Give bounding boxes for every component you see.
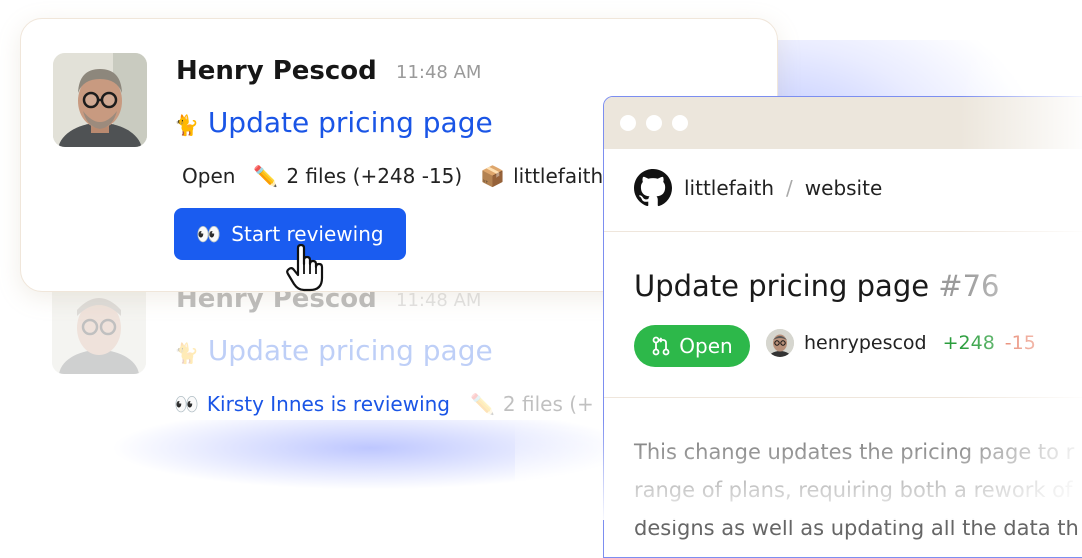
pencil-icon: ✏️ — [253, 164, 279, 188]
cat-icon: 🐈 — [174, 341, 199, 365]
files-changed: 2 files (+248 -15) — [286, 164, 463, 188]
deletions-count: -15 — [1004, 332, 1036, 354]
package-icon: 📦 — [480, 164, 506, 188]
reviewer-status: Kirsty Innes is reviewing — [206, 392, 450, 416]
status-label: Open — [182, 164, 236, 188]
background-glow-bottom — [110, 420, 630, 490]
cat-icon: 🐈 — [174, 113, 199, 137]
ghost-avatar — [52, 280, 146, 374]
ghost-files: 2 files (+ — [502, 392, 594, 416]
avatar — [53, 53, 147, 147]
pr-title-link[interactable]: 🐈 Update pricing page — [174, 106, 493, 139]
divider — [604, 231, 1082, 232]
ghost-timestamp: 11:48 AM — [396, 290, 482, 311]
repo-name: littlefaith — [513, 164, 602, 188]
divider — [604, 397, 1082, 398]
window-maximize-button[interactable] — [672, 115, 688, 131]
repo-owner-link[interactable]: littlefaith — [684, 176, 774, 200]
window-titlebar — [604, 97, 1082, 149]
meta-row: Open ✏️ 2 files (+248 -15) 📦 littlefaith — [174, 164, 602, 188]
pr-description: This change updates the pricing page to … — [634, 433, 1082, 547]
open-status-label: Open — [679, 334, 733, 358]
description-line: range of plans, requiring both a rework … — [634, 478, 1073, 502]
author-avatar — [766, 329, 794, 357]
open-status-badge: Open — [634, 325, 750, 367]
pencil-icon: ✏️ — [470, 392, 495, 416]
window-close-button[interactable] — [620, 115, 636, 131]
timestamp: 11:48 AM — [396, 62, 482, 83]
ghost-title: 🐈 Update pricing page — [174, 334, 493, 367]
breadcrumb: littlefaith / website — [634, 169, 882, 207]
window-minimize-button[interactable] — [646, 115, 662, 131]
eyes-icon: 👀 — [174, 392, 199, 416]
eyes-icon: 👀 — [196, 222, 222, 246]
ghost-meta-row: 👀 Kirsty Innes is reviewing ✏️ 2 files (… — [174, 392, 594, 416]
github-window: littlefaith / website Update pricing pag… — [603, 96, 1082, 558]
repo-name-link[interactable]: website — [805, 176, 882, 200]
github-icon[interactable] — [634, 169, 672, 207]
pr-author-link[interactable]: henrypescod — [804, 332, 927, 354]
additions-count: +248 — [942, 332, 995, 354]
pr-title: Update pricing page — [634, 269, 930, 303]
pr-author-row: henrypescod +248 -15 — [766, 329, 1036, 357]
pull-request-icon — [652, 336, 670, 356]
pr-number: #76 — [938, 269, 1000, 303]
description-line: designs as well as updating all the data… — [634, 516, 1079, 540]
author-name: Henry Pescod — [176, 56, 377, 86]
breadcrumb-separator: / — [786, 176, 793, 200]
pr-heading: Update pricing page #76 — [634, 269, 1000, 303]
start-reviewing-label: Start reviewing — [231, 222, 384, 246]
hand-cursor-icon — [286, 244, 324, 292]
description-line: This change updates the pricing page to … — [634, 440, 1075, 464]
